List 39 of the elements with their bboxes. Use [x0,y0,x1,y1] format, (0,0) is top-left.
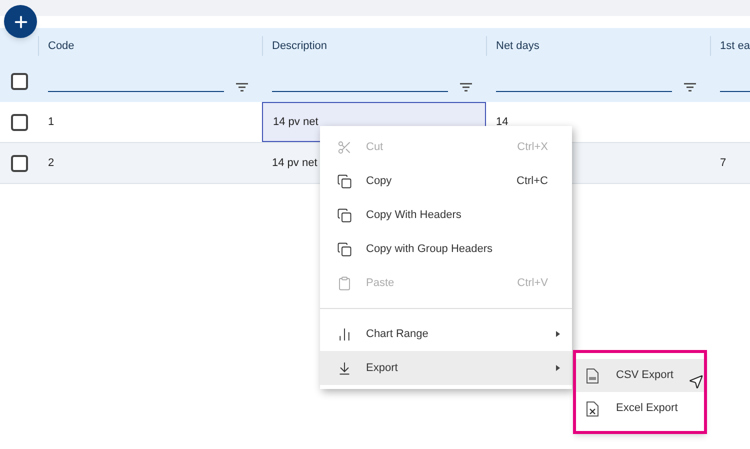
column-header[interactable]: 1st ea [720,36,750,56]
copy-icon [337,242,352,256]
grid-cell[interactable]: 7 [710,143,750,183]
table-cell-text: 1 [48,114,54,130]
checkbox[interactable] [11,154,28,172]
column-header[interactable]: Code [48,36,74,56]
bar-chart-icon [337,326,352,342]
submenu-arrow-icon [556,331,560,337]
menu-item[interactable]: CSV Export [576,359,704,392]
checkbox[interactable] [11,73,28,90]
filter-icon[interactable] [236,83,248,92]
column-header[interactable]: Net days [496,36,540,56]
copy-icon [337,174,352,188]
menu-item[interactable]: Copy Ctrl+C [320,164,572,198]
spreadsheet-file-icon [586,400,599,416]
copy-icon [337,208,352,222]
submenu-arrow-icon [556,365,560,371]
table-cell-text: 2 [48,156,54,171]
menu-item[interactable]: Excel Export [576,392,704,425]
checkbox[interactable] [11,114,28,130]
file-icon [586,368,599,384]
filter-icon[interactable] [460,83,472,92]
shortcut-label: Ctrl+V [517,276,548,291]
filter-icon[interactable] [684,83,696,92]
download-icon [337,360,352,376]
grid-cell[interactable]: 2 [38,143,262,183]
menu-item[interactable]: Export [320,351,572,385]
scissors-icon [337,140,352,154]
table-cell-text: 14 [496,114,508,130]
shortcut-label: Ctrl+C [516,174,548,189]
grid-cell[interactable]: 1 [38,102,262,142]
clipboard-icon [337,276,352,290]
shortcut-label: Ctrl+X [517,140,548,155]
table-cell-text: 7 [720,156,726,171]
column-header[interactable]: Description [272,36,328,56]
menu-item[interactable]: Chart Range [320,317,572,351]
menu-item[interactable]: Copy With Headers [320,198,572,232]
table-cell-text: 14 pv net [273,114,318,130]
menu-item[interactable]: Copy with Group Headers [320,232,572,266]
